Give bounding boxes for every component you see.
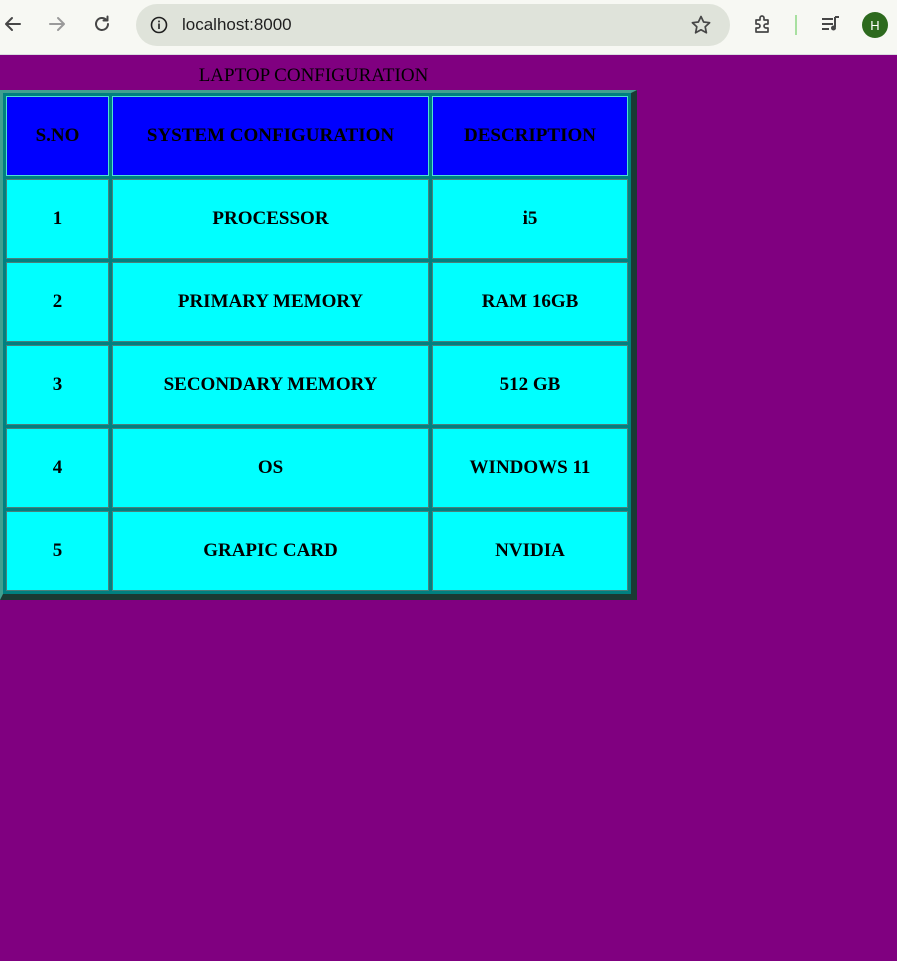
table-row: 2 PRIMARY MEMORY RAM 16GB bbox=[6, 262, 628, 342]
table-row: 3 SECONDARY MEMORY 512 GB bbox=[6, 345, 628, 425]
cell-configuration: PRIMARY MEMORY bbox=[112, 262, 429, 342]
browser-toolbar: localhost:8000 H bbox=[0, 0, 897, 55]
cell-description: WINDOWS 11 bbox=[432, 428, 628, 508]
table-row: 5 GRAPIC CARD NVIDIA bbox=[6, 511, 628, 591]
cell-sno: 4 bbox=[6, 428, 109, 508]
bookmark-button[interactable] bbox=[686, 10, 716, 40]
header-description: DESCRIPTION bbox=[432, 96, 628, 176]
header-sno: S.NO bbox=[6, 96, 109, 176]
cell-configuration: SECONDARY MEMORY bbox=[112, 345, 429, 425]
cell-description: i5 bbox=[432, 179, 628, 259]
cell-description: NVIDIA bbox=[432, 511, 628, 591]
cell-configuration: GRAPIC CARD bbox=[112, 511, 429, 591]
info-icon bbox=[150, 16, 168, 34]
arrow-right-icon bbox=[49, 17, 65, 31]
address-bar[interactable]: localhost:8000 bbox=[136, 4, 730, 46]
cell-configuration: PROCESSOR bbox=[112, 179, 429, 259]
back-button[interactable] bbox=[0, 9, 28, 39]
url-text[interactable]: localhost:8000 bbox=[182, 15, 292, 35]
reload-icon bbox=[95, 15, 109, 31]
cell-sno: 2 bbox=[6, 262, 109, 342]
toolbar-divider bbox=[795, 15, 797, 35]
table-row: 1 PROCESSOR i5 bbox=[6, 179, 628, 259]
cell-sno: 5 bbox=[6, 511, 109, 591]
forward-button[interactable] bbox=[42, 9, 72, 39]
header-system-configuration: SYSTEM CONFIGURATION bbox=[112, 96, 429, 176]
cell-description: 512 GB bbox=[432, 345, 628, 425]
media-queue-icon bbox=[822, 16, 839, 31]
cell-sno: 3 bbox=[6, 345, 109, 425]
cell-description: RAM 16GB bbox=[432, 262, 628, 342]
table-header-row: S.NO SYSTEM CONFIGURATION DESCRIPTION bbox=[6, 96, 628, 176]
page-content: LAPTOP CONFIGURATION S.NO SYSTEM CONFIGU… bbox=[0, 55, 897, 961]
cell-sno: 1 bbox=[6, 179, 109, 259]
media-control-button[interactable] bbox=[815, 9, 845, 39]
reload-button[interactable] bbox=[87, 9, 117, 39]
site-info-button[interactable] bbox=[144, 10, 174, 40]
star-icon bbox=[691, 15, 711, 34]
table-row: 4 OS WINDOWS 11 bbox=[6, 428, 628, 508]
cell-configuration: OS bbox=[112, 428, 429, 508]
arrow-left-icon bbox=[5, 17, 21, 31]
extensions-button[interactable] bbox=[748, 9, 778, 39]
table-caption: LAPTOP CONFIGURATION bbox=[198, 65, 429, 86]
profile-avatar[interactable]: H bbox=[862, 12, 888, 38]
laptop-config-table: S.NO SYSTEM CONFIGURATION DESCRIPTION 1 … bbox=[0, 90, 637, 600]
puzzle-icon bbox=[755, 15, 769, 33]
